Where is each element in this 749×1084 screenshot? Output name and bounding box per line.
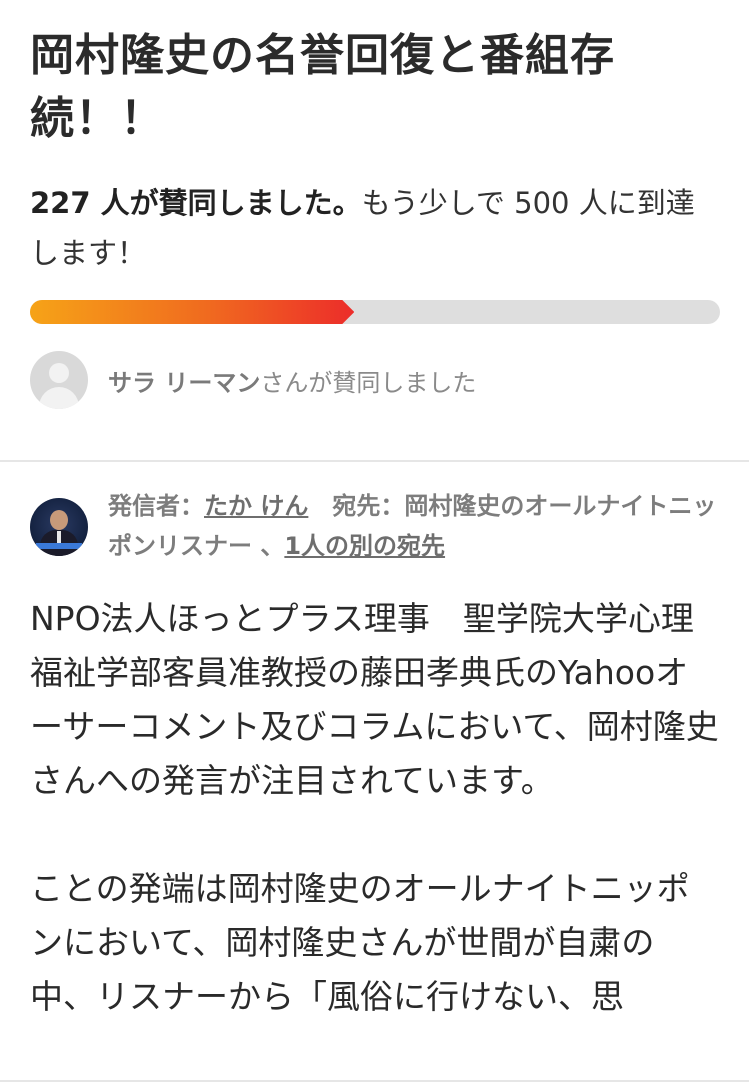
body-paragraph: ことの発端は岡村隆史のオールナイトニッポンにおいて、岡村隆史さんが世間が自粛の中… [30, 869, 690, 1016]
progress-bar [30, 300, 720, 324]
body-paragraph: NPO法人ほっとプラス理事 聖学院大学心理福祉学部客員准教授の藤田孝典氏のYah… [30, 599, 719, 800]
recent-signer-suffix: さんが賛同しました [260, 368, 477, 397]
petition-title: 岡村隆史の名誉回復と番組存続！！ [30, 30, 615, 144]
recent-signer: サラ リーマンさんが賛同しました [30, 350, 719, 410]
author-avatar[interactable] [30, 498, 88, 556]
petition-body: NPO法人ほっとプラス理事 聖学院大学心理福祉学部客員准教授の藤田孝典氏のYah… [0, 566, 749, 1024]
petition-header: 岡村隆史の名誉回復と番組存続！！ 227 人が賛同しました。もう少しで 500 … [0, 0, 749, 410]
default-user-icon [30, 351, 88, 409]
author-name-link[interactable]: たか けん [204, 492, 308, 520]
bottom-divider [0, 1080, 749, 1082]
supporter-count-bold: 227 人が賛同しました。 [30, 186, 362, 220]
recipient-separator: 、 [260, 532, 285, 560]
recent-signer-text: サラ リーマンさんが賛同しました [108, 363, 476, 398]
recent-signer-name: サラ リーマン [108, 368, 261, 397]
from-label: 発信者： [108, 492, 204, 520]
author-info: 発信者：たか けん 宛先：岡村隆史のオールナイトニッポンリスナー 、1人の別の宛先 [108, 486, 719, 566]
progress-bar-fill [30, 300, 354, 324]
to-label: 宛先： [332, 492, 405, 520]
other-recipients-link[interactable]: 1人の別の宛先 [284, 532, 445, 560]
supporter-count: 227 人が賛同しました。もう少しで 500 人に到達します！ [30, 178, 719, 278]
author-row: 発信者：たか けん 宛先：岡村隆史のオールナイトニッポンリスナー 、1人の別の宛先 [0, 462, 749, 566]
